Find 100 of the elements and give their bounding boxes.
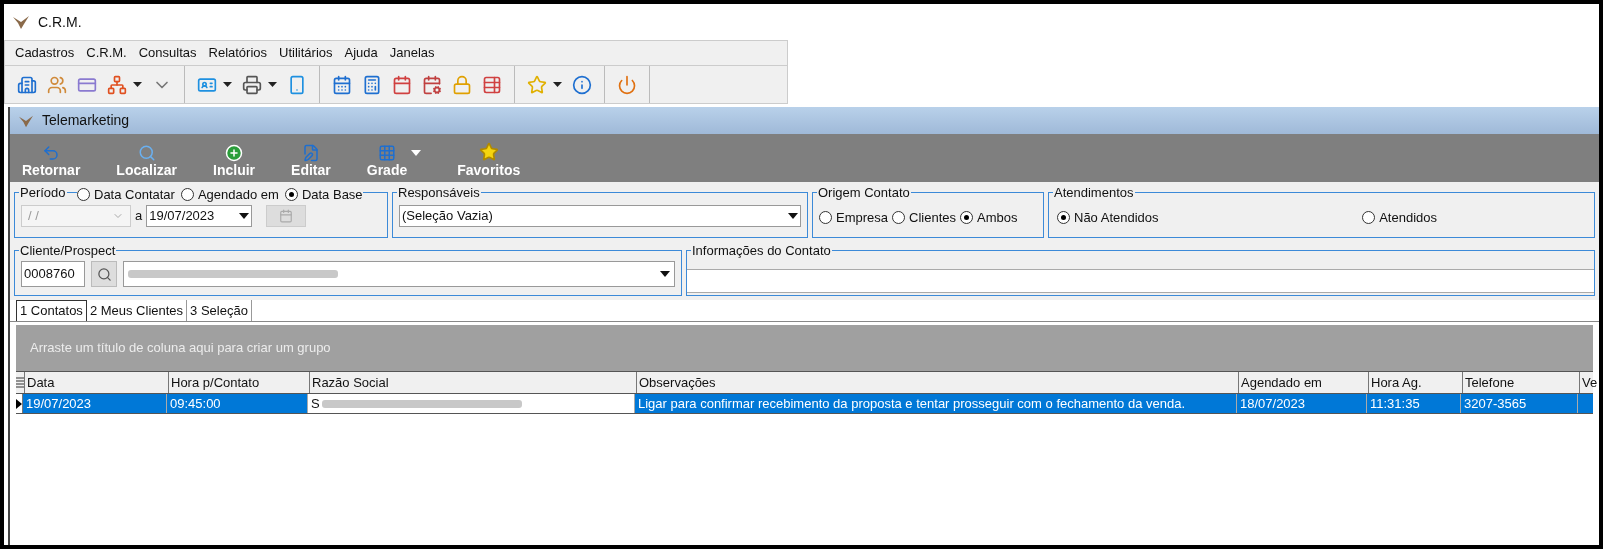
caret-icon[interactable]	[268, 82, 277, 87]
dropdown-icon	[660, 271, 670, 277]
contact-info-field[interactable]	[687, 269, 1594, 293]
toolbar-button[interactable]	[17, 74, 37, 95]
table-cell-text: 11:31:35	[1370, 395, 1420, 413]
action-button[interactable]: Editar	[291, 144, 331, 178]
code-field[interactable]: 0008760	[21, 261, 85, 287]
radio-label: Empresa	[836, 209, 889, 227]
action-button[interactable]: Localizar	[116, 144, 178, 178]
column-header[interactable]: Agendado em	[1239, 372, 1369, 393]
radio-label: Data Contatar	[94, 186, 175, 204]
group-label: Responsáveis	[397, 185, 481, 200]
info-icon	[572, 74, 592, 95]
radio-label: Não Atendidos	[1074, 209, 1159, 227]
column-header[interactable]: Data	[25, 372, 169, 393]
blurred-text-icon	[128, 268, 338, 280]
app-icon	[18, 113, 34, 128]
radio-button[interactable]	[892, 211, 906, 225]
window-title: C.R.M.	[38, 12, 82, 32]
plus-icon	[225, 144, 244, 162]
radio-button[interactable]	[180, 188, 194, 202]
calendar-icon	[392, 74, 412, 95]
dropdown-icon	[788, 213, 798, 219]
menu-item[interactable]: Ajuda	[344, 43, 378, 63]
action-button[interactable]: Retornar	[22, 144, 81, 178]
menu-item[interactable]: Relatórios	[208, 43, 268, 63]
group-label: Origem Contato	[817, 185, 911, 200]
menu-item[interactable]: C.R.M.	[86, 43, 127, 63]
menu-item[interactable]: Consultas	[138, 43, 197, 63]
table-cell-text: 19/07/2023	[26, 395, 92, 413]
dropdown-icon	[239, 213, 250, 219]
action-button[interactable]: Favoritos	[457, 142, 521, 178]
date-field[interactable]: 19/07/2023	[146, 205, 253, 227]
radio-button[interactable]	[284, 188, 298, 202]
caret-icon[interactable]	[553, 82, 562, 87]
undo-icon	[42, 144, 61, 162]
radio-button[interactable]	[960, 211, 973, 225]
row-indicator-icon	[16, 398, 22, 409]
app-icon	[12, 14, 30, 30]
table-icon	[482, 74, 502, 95]
toolbar-button[interactable]	[482, 74, 502, 95]
toolbar-button[interactable]	[287, 74, 307, 95]
grid-icon	[378, 144, 396, 162]
menu-item[interactable]: Utilitários	[279, 43, 333, 63]
radio-label: Data Base	[301, 186, 363, 204]
menu-item[interactable]: Janelas	[389, 43, 435, 63]
blurred-text-icon	[321, 397, 522, 410]
radio-label: Atendidos	[1379, 209, 1437, 227]
radio-label: Agendado em	[197, 186, 279, 204]
column-header[interactable]: Ve	[1580, 372, 1599, 393]
table-cell-text: 3207-3565	[1464, 395, 1527, 413]
tab[interactable]: 2 Meus Clientes	[86, 300, 188, 321]
toolbar-button[interactable]	[332, 74, 352, 95]
table-row[interactable]: 19/07/2023 09:45:00 S Ligar para confirmar recebimento da proposta e tentar prosseguir com o fechamento da venda. 18/07/2023 11:31:35 3207-3565	[16, 394, 1593, 414]
column-header[interactable]: Observações	[637, 372, 1239, 393]
search-icon	[137, 144, 156, 162]
child-window-title: Telemarketing	[42, 111, 130, 130]
search-button[interactable]	[91, 261, 117, 287]
calendar-gear-icon	[422, 74, 442, 95]
toolbar-button[interactable]	[392, 74, 412, 95]
column-header[interactable]: Telefone	[1463, 372, 1580, 393]
toolbar-button[interactable]	[422, 74, 442, 95]
toolbar-button[interactable]	[362, 74, 382, 95]
radio-label: Clientes	[909, 209, 956, 227]
column-header[interactable]: Hora p/Contato	[169, 372, 310, 393]
lock-icon	[452, 74, 472, 95]
calendar-icon	[332, 74, 352, 95]
action-button[interactable]: Grade	[366, 144, 408, 178]
client-dropdown[interactable]	[123, 261, 675, 287]
group-hint: Arraste um título de coluna aqui para criar um grupo	[30, 339, 331, 358]
menu-item[interactable]: Cadastros	[15, 43, 75, 63]
radio-button[interactable]	[77, 188, 90, 202]
star-icon	[478, 142, 499, 162]
table-cell-text: Ligar para confirmar recebimento da proposta e tentar prosseguir com o fechamento da venda.	[638, 395, 1186, 413]
column-chooser-icon[interactable]	[16, 372, 25, 393]
caret-icon[interactable]	[223, 82, 232, 87]
star-icon	[527, 74, 547, 95]
table-cell-text: 18/07/2023	[1240, 395, 1306, 413]
caret-icon[interactable]	[133, 82, 142, 87]
calculator-icon	[362, 74, 382, 95]
people-icon	[47, 74, 67, 95]
calendar-icon	[279, 209, 294, 223]
action-button[interactable]: Incluir	[213, 144, 256, 178]
toolbar-button[interactable]	[107, 74, 127, 95]
radio-button[interactable]	[1057, 211, 1070, 225]
toolbar-button[interactable]	[572, 74, 592, 95]
tab[interactable]: 1 Contatos	[16, 300, 87, 321]
table-cell-text: S	[311, 395, 320, 413]
hierarchy-icon	[107, 74, 127, 95]
radio-button[interactable]	[1362, 211, 1376, 225]
group-label: Atendimentos	[1053, 185, 1135, 200]
edit-icon	[301, 144, 320, 162]
column-header[interactable]: Hora Ag.	[1369, 372, 1463, 393]
radio-button[interactable]	[819, 211, 832, 225]
group-label: Cliente/Prospect	[19, 243, 117, 258]
column-header[interactable]: Razão Social	[310, 372, 637, 393]
toolbar-button[interactable]	[617, 74, 637, 95]
power-icon	[617, 74, 637, 95]
tab[interactable]: 3 Seleção	[187, 300, 252, 321]
dropdown-field[interactable]: (Seleção Vazia)	[399, 205, 801, 227]
